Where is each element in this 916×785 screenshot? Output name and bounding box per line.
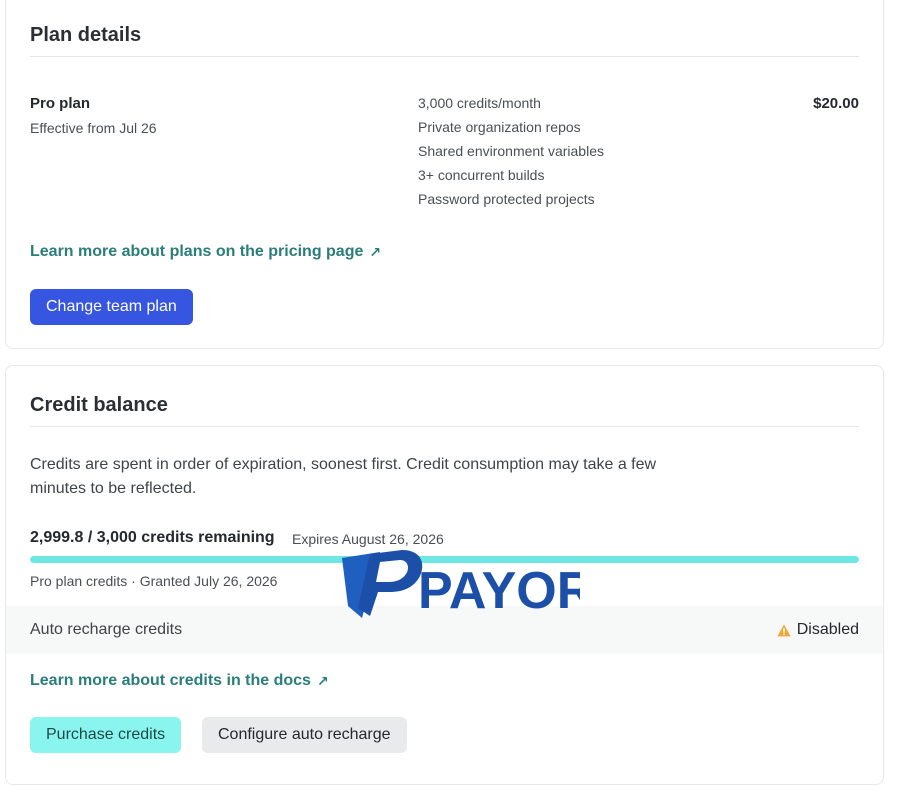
warning-icon: [777, 624, 791, 636]
auto-recharge-status: Disabled: [777, 621, 859, 639]
change-team-plan-button[interactable]: Change team plan: [30, 289, 193, 325]
plan-feature: Shared environment variables: [418, 143, 604, 159]
pricing-link-label: Learn more about plans on the pricing pa…: [30, 243, 364, 260]
auto-recharge-status-text: Disabled: [796, 621, 859, 638]
plan-details-card: Plan details Pro plan Effective from Jul…: [5, 0, 884, 349]
auto-recharge-row: Auto recharge credits Disabled: [6, 606, 883, 654]
plan-effective-date: Effective from Jul 26: [30, 120, 157, 136]
plan-details-title: Plan details: [30, 24, 142, 46]
credit-divider: [30, 426, 859, 427]
credit-description: Credits are spent in order of expiration…: [30, 456, 657, 497]
plan-feature: Password protected projects: [418, 191, 595, 207]
purchase-credits-button[interactable]: Purchase credits: [30, 717, 182, 753]
credits-docs-link[interactable]: Learn more about credits in the docs ↗: [30, 672, 329, 690]
credits-progress-fill: [30, 556, 859, 563]
configure-auto-recharge-button[interactable]: Configure auto recharge: [202, 717, 407, 753]
plan-name: Pro plan: [30, 95, 91, 112]
credits-granted-info: Pro plan credits · Granted July 26, 2026: [30, 573, 278, 589]
plan-feature: 3,000 credits/month: [418, 95, 541, 111]
plan-feature: Private organization repos: [418, 119, 581, 135]
external-link-icon: ↗: [369, 243, 382, 260]
credit-balance-title: Credit balance: [30, 394, 168, 416]
plan-feature: 3+ concurrent builds: [418, 167, 545, 183]
pricing-page-link[interactable]: Learn more about plans on the pricing pa…: [30, 243, 381, 261]
plan-features-list: 3,000 credits/month Private organization…: [418, 95, 604, 215]
docs-link-label: Learn more about credits in the docs: [30, 672, 311, 689]
credits-expiration: Expires August 26, 2026: [292, 531, 444, 547]
credits-remaining: 2,999.8 / 3,000 credits remaining: [30, 529, 275, 546]
external-link-icon: ↗: [316, 672, 329, 689]
plan-price: $20.00: [813, 95, 859, 112]
plan-divider: [30, 56, 859, 57]
credits-progress-bar: [30, 556, 859, 563]
auto-recharge-label: Auto recharge credits: [30, 621, 183, 638]
credit-balance-card: Credit balance Credits are spent in orde…: [5, 365, 884, 785]
